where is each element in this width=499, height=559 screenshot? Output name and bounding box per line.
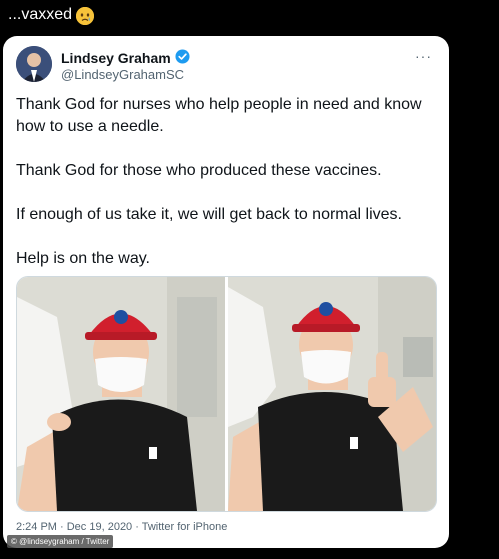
tweet-body: Thank God for nurses who help people in … bbox=[16, 94, 436, 270]
verified-badge-icon bbox=[175, 49, 190, 67]
author-handle[interactable]: @LindseyGrahamSC bbox=[61, 67, 184, 82]
caption-text: ...vaxxed bbox=[8, 6, 73, 23]
vaccine-photo-1[interactable] bbox=[17, 277, 226, 511]
tweet-paragraph: Help is on the way. bbox=[16, 250, 150, 267]
author-name[interactable]: Lindsey Graham bbox=[61, 50, 171, 66]
tweet-paragraph: Thank God for nurses who help people in … bbox=[16, 96, 422, 135]
crying-face-icon bbox=[76, 7, 95, 25]
avatar[interactable] bbox=[16, 46, 52, 82]
vaccine-photo-2[interactable] bbox=[227, 277, 436, 511]
author-name-row[interactable]: Lindsey Graham bbox=[61, 49, 190, 67]
tweet-media[interactable] bbox=[16, 276, 437, 512]
tweet-paragraph: Thank God for those who produced these v… bbox=[16, 162, 382, 179]
tweet-timestamp[interactable]: 2:24 PM · Dec 19, 2020 · Twitter for iPh… bbox=[16, 521, 227, 533]
tweet-paragraph: If enough of us take it, we will get bac… bbox=[16, 206, 402, 223]
post-caption: ...vaxxed bbox=[8, 4, 95, 26]
tweet-card[interactable]: Lindsey Graham @LindseyGrahamSC ··· Than… bbox=[3, 36, 449, 548]
image-credit: © @lindseygraham / Twitter bbox=[7, 535, 114, 548]
more-options-button[interactable]: ··· bbox=[415, 48, 432, 64]
